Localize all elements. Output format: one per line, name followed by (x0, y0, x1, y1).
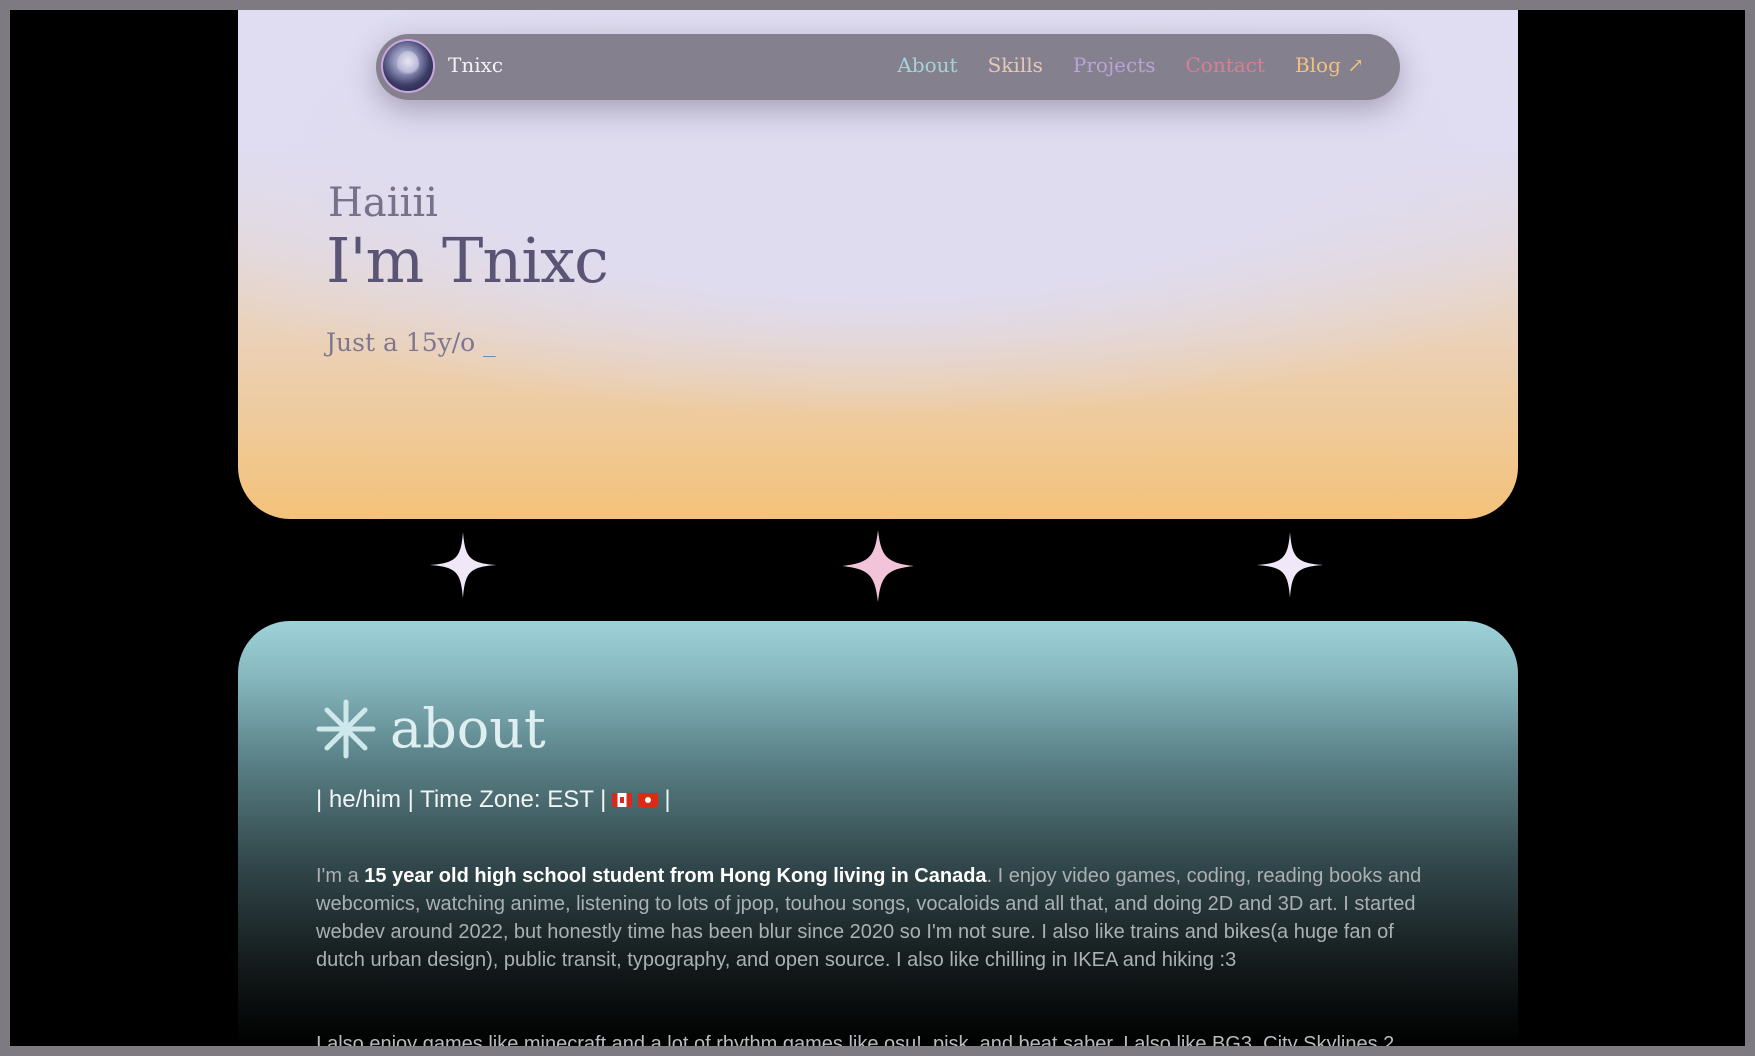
sparkle-center-icon (842, 530, 914, 602)
about-title: about (390, 697, 546, 760)
asterisk-icon (316, 699, 376, 758)
about-paragraph-2: I also enjoy games like minecraft and a … (316, 1033, 1400, 1046)
hero-greeting: Haiiii (328, 180, 438, 226)
pronouns-timezone: | he/him | Time Zone: EST | (316, 786, 607, 813)
about-section: about | he/him | Time Zone: EST | | I'm … (238, 621, 1518, 1046)
about-meta: | he/him | Time Zone: EST | | (316, 786, 671, 814)
hero-subtitle-text: Just a 15y/o (326, 328, 476, 357)
hero-section: Tnixc About Skills Projects Contact Blog… (238, 10, 1518, 519)
sparkle-left-icon (430, 532, 496, 598)
sparkle-right-icon (1257, 532, 1323, 598)
canada-flag-icon (612, 793, 633, 807)
brand-name[interactable]: Tnixc (448, 53, 503, 77)
avatar[interactable] (383, 41, 433, 91)
typing-cursor: _ (483, 328, 496, 357)
hero-title: I'm Tnixc (326, 224, 609, 297)
about-heading: about (316, 697, 546, 760)
about-p1-lead: I'm a (316, 865, 365, 887)
browser-viewport: Tnixc About Skills Projects Contact Blog… (10, 10, 1745, 1046)
nav-link-contact[interactable]: Contact (1186, 53, 1265, 77)
about-paragraph-1: I'm a 15 year old high school student fr… (316, 862, 1441, 974)
nav-link-about[interactable]: About (897, 53, 957, 77)
nav-links: About Skills Projects Contact Blog ↗ (897, 53, 1364, 77)
hero-subtitle: Just a 15y/o _ (326, 328, 496, 357)
navbar: Tnixc About Skills Projects Contact Blog… (376, 34, 1400, 100)
about-p1-highlight: 15 year old high school student from Hon… (364, 865, 987, 887)
nav-link-projects[interactable]: Projects (1073, 53, 1156, 77)
hong-kong-flag-icon (638, 793, 659, 807)
nav-link-blog[interactable]: Blog ↗ (1295, 53, 1364, 77)
meta-end-bar: | (664, 786, 671, 813)
nav-link-skills[interactable]: Skills (988, 53, 1043, 77)
